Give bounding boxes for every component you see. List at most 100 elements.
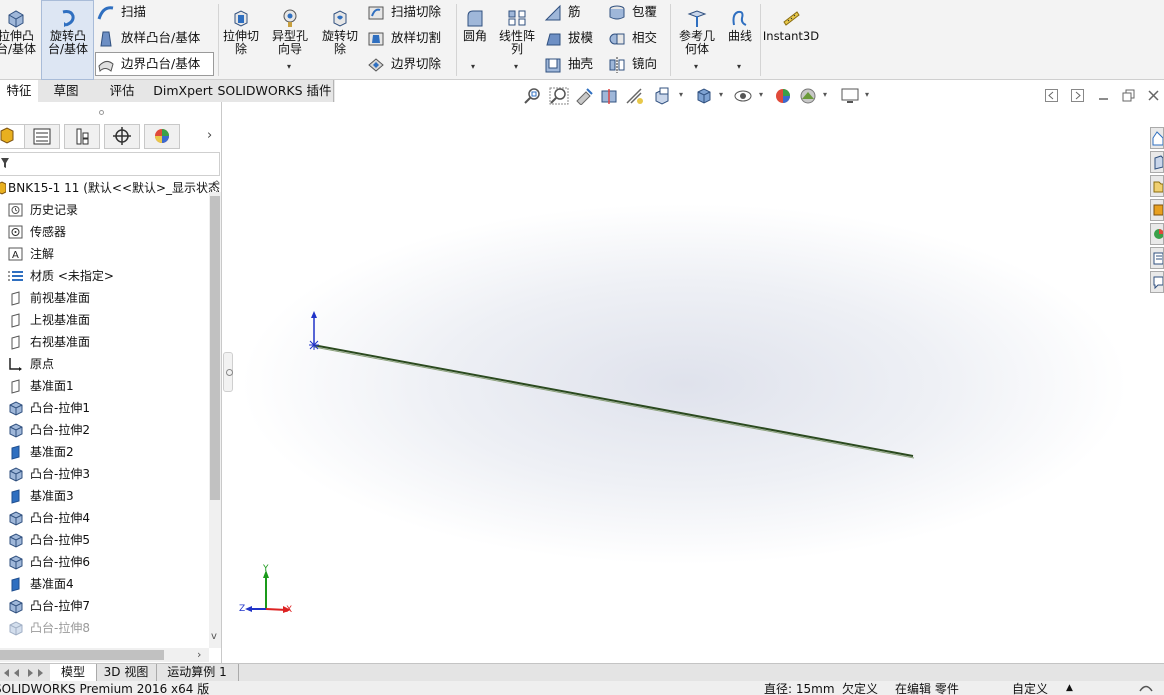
hide-show-items-icon[interactable] <box>733 87 753 105</box>
tab-3d-view[interactable]: 3D 视图 <box>96 664 157 682</box>
tab-motion-study[interactable]: 运动算例 1 <box>156 664 239 682</box>
display-style-dropdown[interactable]: ▾ <box>719 90 723 99</box>
tree-item[interactable]: A 注解 <box>0 243 208 265</box>
view-orientation-icon[interactable] <box>652 87 672 105</box>
tree-item[interactable]: 右视基准面 <box>0 331 208 353</box>
tree-item[interactable]: 基准面2 <box>0 441 208 463</box>
tree-scroll-up[interactable]: ^ <box>213 180 221 190</box>
extrude-boss-button[interactable]: 拉伸凸 台/基体 <box>0 4 38 56</box>
tree-item[interactable]: 凸台-拉伸6 <box>0 551 208 573</box>
zoom-to-area-icon[interactable] <box>549 87 569 105</box>
panel-grip[interactable] <box>99 110 104 115</box>
hole-wizard-dropdown[interactable]: ▾ <box>287 62 291 71</box>
tree-item[interactable]: 基准面3 <box>0 485 208 507</box>
shell-button[interactable]: 抽壳 <box>544 53 593 75</box>
previous-view-icon[interactable] <box>574 87 594 105</box>
reference-geometry-button[interactable]: 参考几 何体 <box>674 4 720 56</box>
next-window-icon[interactable] <box>1071 89 1084 102</box>
close-icon[interactable] <box>1147 89 1160 102</box>
tree-item[interactable]: 凸台-拉伸8 <box>0 617 208 639</box>
wrap-button[interactable]: 包覆 <box>608 1 657 23</box>
task-pane-file-explorer[interactable] <box>1150 175 1164 197</box>
linear-pattern-button[interactable]: 线性阵 列 <box>495 4 539 56</box>
minimize-icon[interactable] <box>1097 89 1110 102</box>
rib-button[interactable]: 筋 <box>544 1 581 23</box>
tree-item[interactable]: 前视基准面 <box>0 287 208 309</box>
zoom-to-fit-icon[interactable] <box>523 87 543 105</box>
units-dropdown[interactable]: ▲ <box>1066 681 1073 695</box>
tree-root-part[interactable]: BNK15-1 11 (默认<<默认>_显示状态 <box>0 177 222 199</box>
tree-vertical-scrollbar[interactable] <box>209 192 221 648</box>
panel-collapse-handle[interactable] <box>223 352 233 392</box>
tree-filter-input[interactable] <box>0 152 220 176</box>
scene-dropdown[interactable]: ▾ <box>823 90 827 99</box>
boundary-boss-button[interactable]: 边界凸台/基体 <box>97 53 200 75</box>
propertymanager-tab[interactable] <box>24 124 60 149</box>
tab-model[interactable]: 模型 <box>50 664 97 682</box>
tree-item[interactable]: 凸台-拉伸2 <box>0 419 208 441</box>
sweep-button[interactable]: 扫描 <box>97 1 146 23</box>
task-pane-custom-properties[interactable] <box>1150 247 1164 269</box>
instant3d-button[interactable]: Instant3D <box>762 4 820 43</box>
curves-dropdown[interactable]: ▾ <box>737 62 741 71</box>
view-orientation-dropdown[interactable]: ▾ <box>679 90 683 99</box>
tree-item[interactable]: 凸台-拉伸7 <box>0 595 208 617</box>
fillet-button[interactable]: 圆角 <box>458 4 492 43</box>
tab-sketch[interactable]: 草图 <box>38 80 95 102</box>
edit-appearance-icon[interactable] <box>773 87 793 105</box>
task-pane-forum[interactable] <box>1150 271 1164 293</box>
task-pane-appearances[interactable] <box>1150 223 1164 245</box>
view-settings-icon[interactable] <box>840 87 860 105</box>
mirror-button[interactable]: 镜向 <box>608 53 657 75</box>
tree-scrollbar-thumb[interactable] <box>210 196 220 500</box>
display-style-icon[interactable] <box>694 87 714 105</box>
model-sketch-line[interactable] <box>312 344 914 457</box>
displaymanager-tab[interactable] <box>144 124 180 149</box>
tree-scroll-right[interactable]: › <box>197 648 201 661</box>
previous-window-icon[interactable] <box>1045 89 1058 102</box>
tree-item[interactable]: 历史记录 <box>0 199 208 221</box>
tree-item[interactable]: 原点 <box>0 353 208 375</box>
restore-icon[interactable] <box>1122 89 1135 102</box>
dimxpertmanager-tab[interactable] <box>104 124 140 149</box>
revolve-boss-button[interactable]: 旋转凸 台/基体 <box>44 4 92 56</box>
section-view-icon[interactable] <box>599 87 619 105</box>
tree-item[interactable]: 基准面1 <box>0 375 208 397</box>
tab-dimxpert[interactable]: DimXpert <box>150 80 217 102</box>
tree-horizontal-scrollbar[interactable] <box>0 648 209 662</box>
tree-item[interactable]: 凸台-拉伸4 <box>0 507 208 529</box>
view-settings-dropdown[interactable]: ▾ <box>865 90 869 99</box>
apply-scene-icon[interactable] <box>798 87 818 105</box>
tree-item[interactable]: 材质 <未指定> <box>0 265 208 287</box>
intersect-button[interactable]: 相交 <box>608 27 657 49</box>
task-pane-view-palette[interactable] <box>1150 199 1164 221</box>
tree-item[interactable]: 传感器 <box>0 221 208 243</box>
hole-wizard-button[interactable]: 异型孔 向导 <box>267 4 313 56</box>
tree-scroll-down[interactable]: v <box>211 631 217 642</box>
hide-show-dropdown[interactable]: ▾ <box>759 90 763 99</box>
tab-features[interactable]: 特征 <box>0 80 39 102</box>
lofted-cut-button[interactable]: 放样切割 <box>367 27 441 49</box>
configurationmanager-tab[interactable] <box>64 124 100 149</box>
panel-tabs-more-icon[interactable]: › <box>207 128 212 143</box>
status-units[interactable]: 自定义 <box>1012 682 1048 695</box>
swept-cut-button[interactable]: 扫描切除 <box>367 1 441 23</box>
loft-button[interactable]: 放样凸台/基体 <box>97 27 200 49</box>
graphics-area[interactable]: Y X Z <box>223 102 1146 666</box>
boundary-cut-button[interactable]: 边界切除 <box>367 53 441 75</box>
fillet-dropdown[interactable]: ▾ <box>471 62 475 71</box>
rebuild-icon[interactable] <box>1138 682 1154 694</box>
tree-hscroll-thumb[interactable] <box>0 650 164 660</box>
task-pane-design-library[interactable] <box>1150 151 1164 173</box>
task-pane-home[interactable] <box>1150 127 1164 149</box>
tree-item[interactable]: 凸台-拉伸5 <box>0 529 208 551</box>
tree-item[interactable]: 凸台-拉伸3 <box>0 463 208 485</box>
dynamic-annotation-icon[interactable] <box>625 87 645 105</box>
tree-item[interactable]: 上视基准面 <box>0 309 208 331</box>
tab-scroll-arrows[interactable] <box>0 666 48 680</box>
reference-geometry-dropdown[interactable]: ▾ <box>694 62 698 71</box>
tab-evaluate[interactable]: 评估 <box>94 80 151 102</box>
tree-item[interactable]: 凸台-拉伸1 <box>0 397 208 419</box>
draft-button[interactable]: 拔模 <box>544 27 593 49</box>
revolve-cut-button[interactable]: 旋转切 除 <box>317 4 363 56</box>
